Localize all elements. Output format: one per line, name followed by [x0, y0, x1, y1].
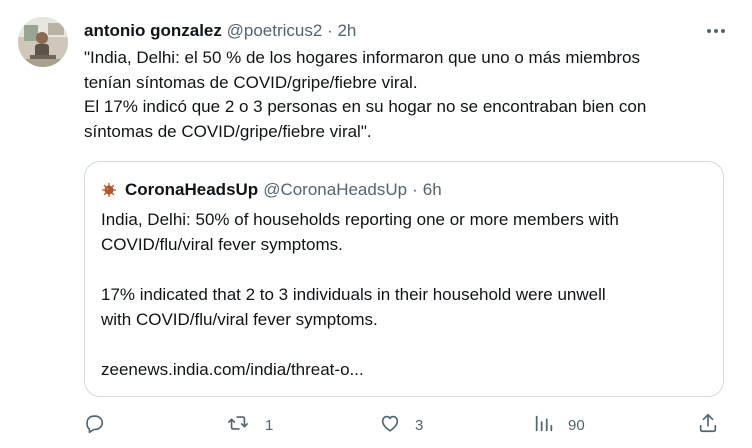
avatar[interactable] [18, 17, 68, 67]
share-icon [697, 412, 719, 438]
share-button[interactable] [697, 408, 719, 442]
like-button[interactable]: 3 [379, 408, 423, 442]
tweet-text: "India, Delhi: el 50 % de los hogares in… [84, 46, 734, 144]
separator-dot: · [327, 21, 333, 40]
virus-avatar-icon [101, 182, 117, 198]
quote-time[interactable]: 6h [423, 179, 442, 201]
quote-line [101, 257, 711, 282]
retweet-count: 1 [265, 416, 274, 434]
quote-header: CoronaHeadsUp @CoronaHeadsUp · 6h [101, 179, 442, 201]
more-dots-icon[interactable] [701, 21, 731, 41]
quoted-tweet[interactable]: CoronaHeadsUp @CoronaHeadsUp · 6h India,… [84, 161, 724, 397]
quote-link[interactable]: zeenews.india.com/india/threat-o... [101, 357, 711, 382]
tweet-line: "India, Delhi: el 50 % de los hogares in… [84, 48, 640, 67]
views-button[interactable]: 90 [533, 408, 585, 442]
retweet-button[interactable]: 1 [227, 408, 273, 442]
reply-icon [83, 412, 105, 438]
quote-line: with COVID/flu/viral fever symptoms. [101, 310, 378, 329]
tweet-line: El 17% indicó que 2 o 3 personas en su h… [84, 97, 647, 116]
quote-line: India, Delhi: 50% of households reportin… [101, 210, 619, 229]
quote-author-handle[interactable]: @CoronaHeadsUp [263, 179, 407, 201]
action-bar: 1 3 90 [0, 408, 752, 442]
quote-line [101, 332, 711, 357]
quote-author-name[interactable]: CoronaHeadsUp [125, 179, 258, 201]
tweet-line: síntomas de COVID/gripe/fiebre viral". [84, 121, 372, 141]
quote-text: India, Delhi: 50% of households reportin… [101, 207, 711, 382]
quote-line: COVID/flu/viral fever symptoms. [101, 235, 343, 254]
heart-icon [379, 412, 401, 438]
tweet-line: tenían síntomas de COVID/gripe/fiebre vi… [84, 72, 418, 92]
reply-button[interactable] [83, 408, 115, 442]
retweet-icon [227, 412, 249, 438]
like-count: 3 [415, 416, 424, 434]
views-icon [533, 412, 555, 438]
quote-line: 17% indicated that 2 to 3 individuals in… [101, 285, 606, 304]
tweet-header: antonio gonzalez @poetricus2 · 2h [84, 20, 356, 42]
author-handle[interactable]: @poetricus2 [227, 21, 323, 40]
separator-dot: · [412, 180, 418, 199]
views-count: 90 [568, 416, 585, 434]
author-name[interactable]: antonio gonzalez [84, 21, 222, 40]
tweet-time[interactable]: 2h [337, 21, 356, 40]
